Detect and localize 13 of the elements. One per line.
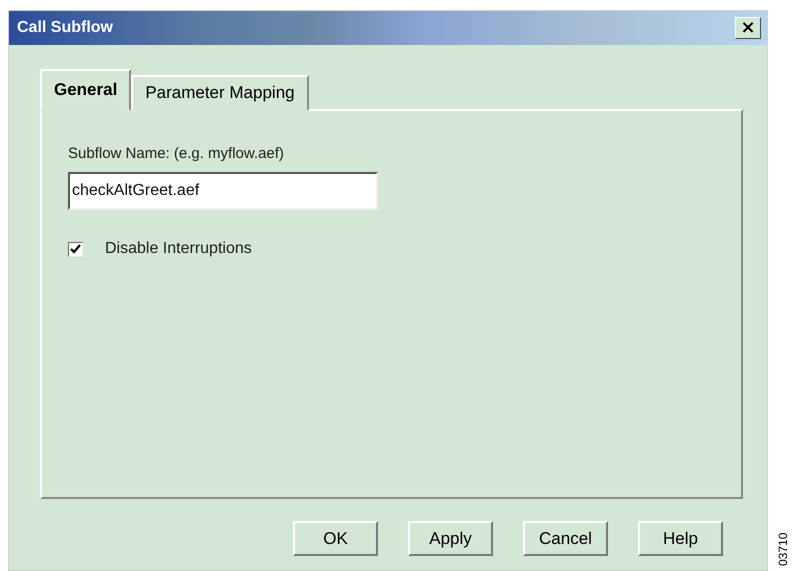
input-field[interactable]: checkAltGreet.aef: [68, 172, 378, 210]
checkbox[interactable]: [68, 242, 83, 256]
tab[interactable]: Parameter Mapping: [131, 75, 309, 111]
dialog-button[interactable]: Apply: [408, 521, 493, 556]
dialog-button[interactable]: Cancel: [523, 521, 608, 556]
figure-number: 03710: [776, 532, 790, 566]
checkbox-label: Disable Interruptions: [105, 240, 252, 258]
close-button[interactable]: ×: [735, 17, 761, 39]
dialog-button[interactable]: Help: [638, 521, 723, 556]
window-title: Call Subflow: [17, 19, 113, 37]
field-label: Subflow Name: (e.g. myflow.aef): [68, 145, 284, 162]
dialog-button[interactable]: OK: [293, 521, 378, 556]
tab[interactable]: General: [40, 69, 132, 111]
